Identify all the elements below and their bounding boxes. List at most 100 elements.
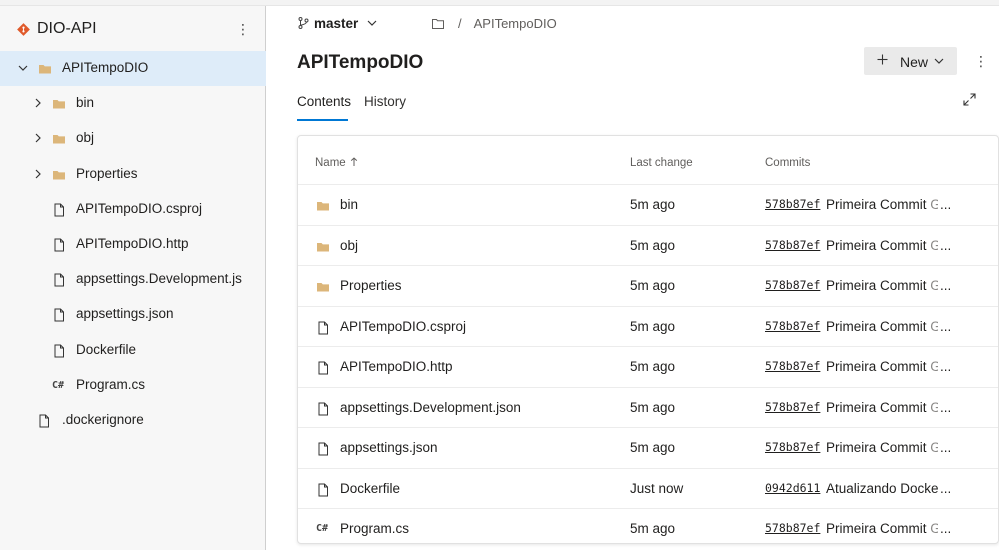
file-icon	[54, 203, 64, 217]
table-row[interactable]: appsettings.json 5m ago 578b87ef Primeira C…	[298, 427, 998, 468]
folder-icon	[317, 242, 329, 251]
tree-item[interactable]: APITempoDIO	[0, 51, 266, 86]
commit-message[interactable]: Primeira Commit Gu	[826, 400, 951, 415]
table-row[interactable]: APITempoDIO.http 5m ago 578b87ef Primeira C…	[298, 346, 998, 387]
table-row[interactable]: appsettings.Development.json 5m ago 578b87…	[298, 386, 998, 428]
table-row[interactable]: APITempoDIO.csproj 5m ago 578b87ef Primeira…	[298, 305, 998, 347]
truncation-ellipsis: ...	[938, 278, 952, 293]
branch-name: master	[314, 15, 359, 31]
commit-message-text: Primeira Commit	[826, 521, 927, 536]
tree-item[interactable]: .dockerignore	[0, 403, 266, 438]
table-row[interactable]: Properties 5m ago 578b87ef Primeira Commit …	[298, 265, 998, 306]
file-icon	[54, 308, 64, 322]
chevron-right-icon[interactable]	[32, 168, 44, 180]
file-icon	[318, 442, 328, 456]
file-name-link[interactable]: Program.cs	[340, 521, 409, 536]
commit-message[interactable]: Primeira Commit Gu	[826, 319, 951, 334]
tree-item-label: Properties	[76, 165, 138, 181]
truncation-ellipsis: ...	[938, 399, 952, 415]
tree-item[interactable]: appsettings.Development.js	[0, 262, 266, 297]
commit-hash-link[interactable]: 578b87ef	[765, 521, 820, 535]
tree-item[interactable]: Properties	[0, 157, 266, 192]
table-row[interactable]: Dockerfile Just now 0942d611 Atualizando Do…	[298, 467, 998, 509]
tree-item[interactable]: Dockerfile	[0, 333, 266, 368]
commit-message-text: Primeira Commit	[826, 278, 927, 293]
folder-icon	[317, 283, 329, 292]
column-header-name[interactable]: Name	[315, 157, 358, 169]
commit-message[interactable]: Atualizando Docker	[826, 481, 951, 496]
last-change: 5m ago	[630, 278, 676, 293]
commit-message[interactable]: Primeira Commit Gu	[826, 521, 951, 536]
git-repo-icon	[17, 23, 30, 36]
chevron-down-icon	[367, 20, 377, 26]
breadcrumb-path[interactable]: APITempoDIO	[474, 16, 557, 31]
last-change: 5m ago	[630, 399, 676, 415]
branch-selector[interactable]: master	[298, 13, 378, 33]
commit-hash-link[interactable]: 578b87ef	[765, 238, 820, 252]
csharp-icon: C#	[52, 379, 65, 391]
file-name-link[interactable]: obj	[340, 238, 358, 253]
file-icon	[318, 483, 328, 496]
commit-hash-link[interactable]: 578b87ef	[765, 197, 820, 211]
last-change: Just now	[630, 480, 684, 496]
tree-item[interactable]: bin	[0, 86, 266, 121]
chevron-right-icon[interactable]	[32, 132, 44, 144]
commit-hash-link[interactable]: 578b87ef	[765, 440, 820, 454]
file-name-link[interactable]: Dockerfile	[340, 481, 400, 496]
file-name-link[interactable]: APITempoDIO.http	[340, 359, 453, 374]
tree-item[interactable]: APITempoDIO.csproj	[0, 192, 266, 227]
tree-item[interactable]: appsettings.json	[0, 297, 266, 332]
table-row[interactable]: C# Program.cs 5m ago 578b87ef Primeira Commi…	[298, 508, 998, 549]
table-row[interactable]: obj 5m ago 578b87ef Primeira Commit Gu...	[298, 224, 998, 266]
last-change: 5m ago	[630, 318, 676, 334]
repo-more-icon[interactable]: ⋮	[236, 20, 250, 38]
repo-name[interactable]: DIO-API	[37, 20, 97, 38]
commit-hash-link[interactable]: 578b87ef	[765, 319, 820, 333]
tree-item-label: Program.cs	[76, 376, 146, 392]
expand-icon[interactable]	[963, 93, 976, 106]
chevron-down-icon	[934, 58, 944, 64]
branch-icon	[298, 17, 309, 29]
truncation-ellipsis: ...	[938, 480, 952, 496]
chevron-right-icon[interactable]	[32, 97, 44, 109]
commit-hash-link[interactable]: 578b87ef	[765, 400, 820, 414]
new-button[interactable]: New	[864, 47, 957, 75]
last-change: 5m ago	[630, 237, 676, 253]
file-name-link[interactable]: appsettings.Development.json	[340, 400, 521, 415]
tab-contents[interactable]: Contents	[297, 94, 351, 109]
commit-message[interactable]: Primeira Commit Gu	[826, 278, 951, 293]
table-row[interactable]: bin 5m ago 578b87ef Primeira Commit Gu...	[298, 184, 998, 225]
more-options-icon[interactable]: ⋮	[974, 52, 988, 70]
commit-message-text: Primeira Commit	[826, 237, 927, 253]
commit-message[interactable]: Primeira Commit Gu	[826, 197, 951, 212]
commit-message-text: Primeira Commit	[826, 197, 927, 212]
tree-item[interactable]: obj	[0, 121, 266, 156]
repo-header: DIO-API ⋮	[0, 6, 266, 50]
sidebar-file-tree: DIO-API ⋮ APITempoDIO bin obj Properties API…	[0, 6, 266, 550]
last-change: 5m ago	[630, 197, 676, 212]
tree-item[interactable]: APITempoDIO.http	[0, 227, 266, 262]
commit-hash-link[interactable]: 0942d611	[765, 481, 820, 495]
file-name-link[interactable]: APITempoDIO.csproj	[340, 319, 466, 334]
truncation-ellipsis: ...	[938, 318, 952, 334]
column-header-last-change[interactable]: Last change	[630, 157, 693, 169]
file-icon	[54, 238, 64, 252]
folder-outline-icon[interactable]	[432, 18, 444, 29]
last-change: 5m ago	[630, 521, 676, 536]
chevron-down-icon[interactable]	[17, 62, 29, 74]
tab-history[interactable]: History	[364, 94, 406, 109]
commit-message[interactable]: Primeira Commit Gu	[826, 359, 951, 374]
commit-message[interactable]: Primeira Commit Gu	[826, 440, 951, 455]
file-name-link[interactable]: appsettings.json	[340, 440, 438, 455]
breadcrumb-separator: /	[458, 15, 462, 31]
truncation-ellipsis: ...	[938, 197, 952, 212]
last-change: 5m ago	[630, 440, 676, 455]
commit-message[interactable]: Primeira Commit Gu	[826, 238, 951, 253]
file-name-link[interactable]: Properties	[340, 278, 402, 293]
commit-hash-link[interactable]: 578b87ef	[765, 278, 820, 292]
column-header-commits[interactable]: Commits	[765, 157, 810, 169]
commit-hash-link[interactable]: 578b87ef	[765, 359, 820, 373]
file-icon	[54, 273, 64, 287]
tree-item[interactable]: C# Program.cs	[0, 368, 266, 403]
file-name-link[interactable]: bin	[340, 197, 358, 212]
